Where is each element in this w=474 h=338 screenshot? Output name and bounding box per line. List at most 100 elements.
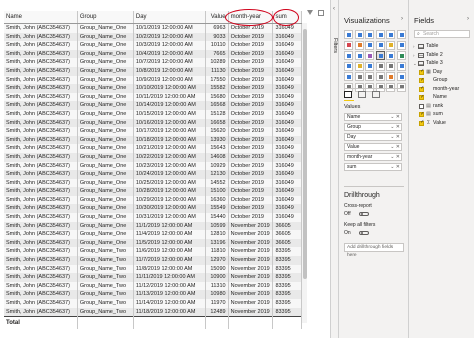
table-row[interactable]: Smith, John (ABC354637) Group_Name_One 10/… — [4, 41, 302, 50]
keep-filters-toggle[interactable] — [359, 230, 369, 235]
fields-search-input[interactable]: ⌕ Search — [414, 30, 470, 38]
visual-type-icon[interactable] — [365, 40, 374, 50]
field-checkbox[interactable] — [419, 119, 425, 126]
visual-type-icon[interactable] — [354, 61, 364, 71]
filter-icon[interactable] — [307, 10, 313, 15]
visual-type-icon[interactable] — [375, 30, 385, 39]
table-row[interactable]: Smith, John (ABC354637) Group_Name_One 10/… — [4, 187, 302, 196]
visual-type-icon[interactable] — [344, 61, 353, 71]
visual-type-icon[interactable] — [344, 40, 353, 50]
visual-type-icon[interactable] — [365, 51, 374, 60]
table-row[interactable]: Smith, John (ABC354637) Group_Name_One 10/… — [4, 84, 302, 93]
visual-type-icon[interactable] — [375, 72, 385, 81]
field-item[interactable]: ▤ rank — [419, 103, 443, 110]
table-row[interactable]: Smith, John (ABC354637) Group_Name_One 10/… — [4, 178, 302, 188]
field-item[interactable]: ▤sum — [419, 111, 443, 118]
field-checkbox[interactable] — [419, 68, 425, 75]
column-header-group[interactable]: Group — [77, 11, 134, 24]
field-item[interactable]: month-year — [419, 85, 459, 93]
table-row[interactable]: Smith, John (ABC354637) Group_Name_One 10/… — [4, 170, 302, 179]
visual-type-icon[interactable] — [365, 61, 374, 71]
table-row[interactable]: Smith, John (ABC354637) Group_Name_Two 11/… — [4, 290, 302, 299]
drillthrough-drop-zone[interactable]: Add drillthrough fields here — [344, 243, 404, 258]
table-row[interactable]: Smith, John (ABC354637) Group_Name_Two 11/… — [4, 273, 302, 282]
visual-type-icon[interactable] — [354, 72, 364, 81]
column-header-sum[interactable]: sum — [272, 11, 302, 24]
vertical-scrollbar[interactable] — [302, 23, 307, 323]
format-tab-icon[interactable] — [358, 91, 366, 98]
field-checkbox[interactable] — [419, 103, 424, 109]
table-row[interactable]: Smith, John (ABC354637) Group_Name_One 10/… — [4, 195, 302, 205]
field-item[interactable]: ΣValue — [419, 119, 446, 127]
collapse-pane-icon[interactable]: › — [401, 16, 403, 22]
visual-type-icon[interactable] — [396, 61, 406, 71]
visual-type-icon[interactable] — [396, 72, 406, 81]
visual-type-icon[interactable] — [354, 30, 364, 39]
table-row[interactable]: Smith, John (ABC354637) Group_Name_One 10/… — [4, 144, 302, 153]
field-item[interactable]: Group — [419, 77, 447, 84]
table-row[interactable]: Smith, John (ABC354637) Group_Name_One 10/… — [4, 58, 302, 67]
visual-type-icon[interactable] — [365, 72, 374, 81]
column-header-name[interactable]: Name — [4, 11, 78, 24]
column-header-month-year[interactable]: month-year — [228, 11, 274, 24]
well-options-icon[interactable]: ⌄ ✕ — [390, 154, 400, 161]
visual-type-icon[interactable] — [396, 40, 406, 50]
expand-filters-icon[interactable]: ‹ — [333, 6, 335, 12]
table-row[interactable]: Smith, John (ABC354637) Group_Name_One 10/… — [4, 23, 302, 33]
visual-type-icon[interactable] — [344, 72, 353, 81]
field-checkbox[interactable] — [419, 85, 425, 92]
value-well-item[interactable]: Name ⌄ ✕ — [344, 113, 402, 121]
well-options-icon[interactable]: ⌄ ✕ — [390, 124, 400, 131]
column-header-value[interactable]: Value — [205, 11, 229, 24]
value-well-item[interactable]: Value ⌄ ✕ — [344, 143, 402, 151]
column-header-day[interactable]: Day — [133, 11, 207, 24]
well-options-icon[interactable]: ⌄ ✕ — [390, 164, 400, 171]
table-row[interactable]: Smith, John (ABC354637) Group_Name_One 10/… — [4, 161, 302, 171]
visual-type-icon[interactable] — [396, 51, 406, 60]
value-well-item[interactable]: Group ⌄ ✕ — [344, 123, 402, 131]
analytics-tab-icon[interactable] — [372, 91, 380, 98]
table-row[interactable]: Smith, John (ABC354637) Group_Name_Two 11/… — [4, 307, 302, 317]
well-options-icon[interactable]: ⌄ ✕ — [390, 134, 400, 141]
table-row[interactable]: Smith, John (ABC354637) Group_Name_One 10/… — [4, 152, 302, 162]
table-row[interactable]: Smith, John (ABC354637) Group_Name_Two 11/… — [4, 299, 302, 308]
field-table-item[interactable]: › Table — [413, 43, 438, 50]
well-options-icon[interactable]: ⌄ ✕ — [390, 144, 400, 151]
well-options-icon[interactable]: ⌄ ✕ — [390, 114, 400, 121]
visual-type-icon[interactable] — [386, 30, 395, 39]
filters-pane[interactable]: ‹ Filters — [330, 0, 339, 338]
field-item[interactable]: Name — [419, 94, 447, 101]
collapse-fields-icon[interactable]: › — [467, 16, 469, 22]
visual-type-icon[interactable] — [344, 51, 353, 60]
cross-report-toggle[interactable] — [359, 211, 369, 216]
table-row[interactable]: Smith, John (ABC354637) Group_Name_One 11/… — [4, 221, 302, 231]
table-row[interactable]: Smith, John (ABC354637) Group_Name_One 10/… — [4, 213, 302, 222]
table-row[interactable]: Smith, John (ABC354637) Group_Name_One 11/… — [4, 238, 302, 248]
value-well-item[interactable]: sum ⌄ ✕ — [344, 163, 402, 171]
table-row[interactable]: Smith, John (ABC354637) Group_Name_Two 11/… — [4, 247, 302, 257]
visual-type-icon[interactable] — [386, 61, 395, 71]
visual-type-icon[interactable] — [396, 30, 406, 39]
visual-type-icon[interactable] — [375, 61, 385, 71]
visual-type-icon[interactable] — [354, 51, 364, 60]
field-checkbox[interactable] — [419, 77, 425, 84]
fields-tab-icon[interactable] — [344, 91, 352, 98]
visual-type-icon[interactable] — [386, 51, 395, 60]
visual-type-icon[interactable] — [354, 40, 364, 50]
value-well-item[interactable]: Day ⌄ ✕ — [344, 133, 402, 141]
visual-type-icon[interactable] — [386, 72, 395, 81]
field-checkbox[interactable] — [419, 94, 425, 101]
field-table-item[interactable]: › Table 2 — [413, 52, 443, 59]
table-row[interactable]: Smith, John (ABC354637) Group_Name_One 10/… — [4, 92, 302, 102]
value-well-item[interactable]: month-year ⌄ ✕ — [344, 153, 402, 161]
visual-type-icon[interactable] — [386, 82, 395, 92]
table-row[interactable]: Smith, John (ABC354637) Group_Name_One 10/… — [4, 49, 302, 59]
table-row[interactable]: Smith, John (ABC354637) Group_Name_One 10/… — [4, 204, 302, 214]
visual-type-icon[interactable] — [365, 30, 374, 39]
table-row[interactable]: Smith, John (ABC354637) Group_Name_Two 11/… — [4, 281, 302, 291]
table-row[interactable]: Smith, John (ABC354637) Group_Name_One 10/… — [4, 127, 302, 136]
focus-mode-icon[interactable] — [318, 10, 324, 16]
table-row[interactable]: Smith, John (ABC354637) Group_Name_Two 11/… — [4, 256, 302, 265]
table-row[interactable]: Smith, John (ABC354637) Group_Name_One 10/… — [4, 75, 302, 85]
visual-type-icon[interactable] — [386, 40, 395, 50]
